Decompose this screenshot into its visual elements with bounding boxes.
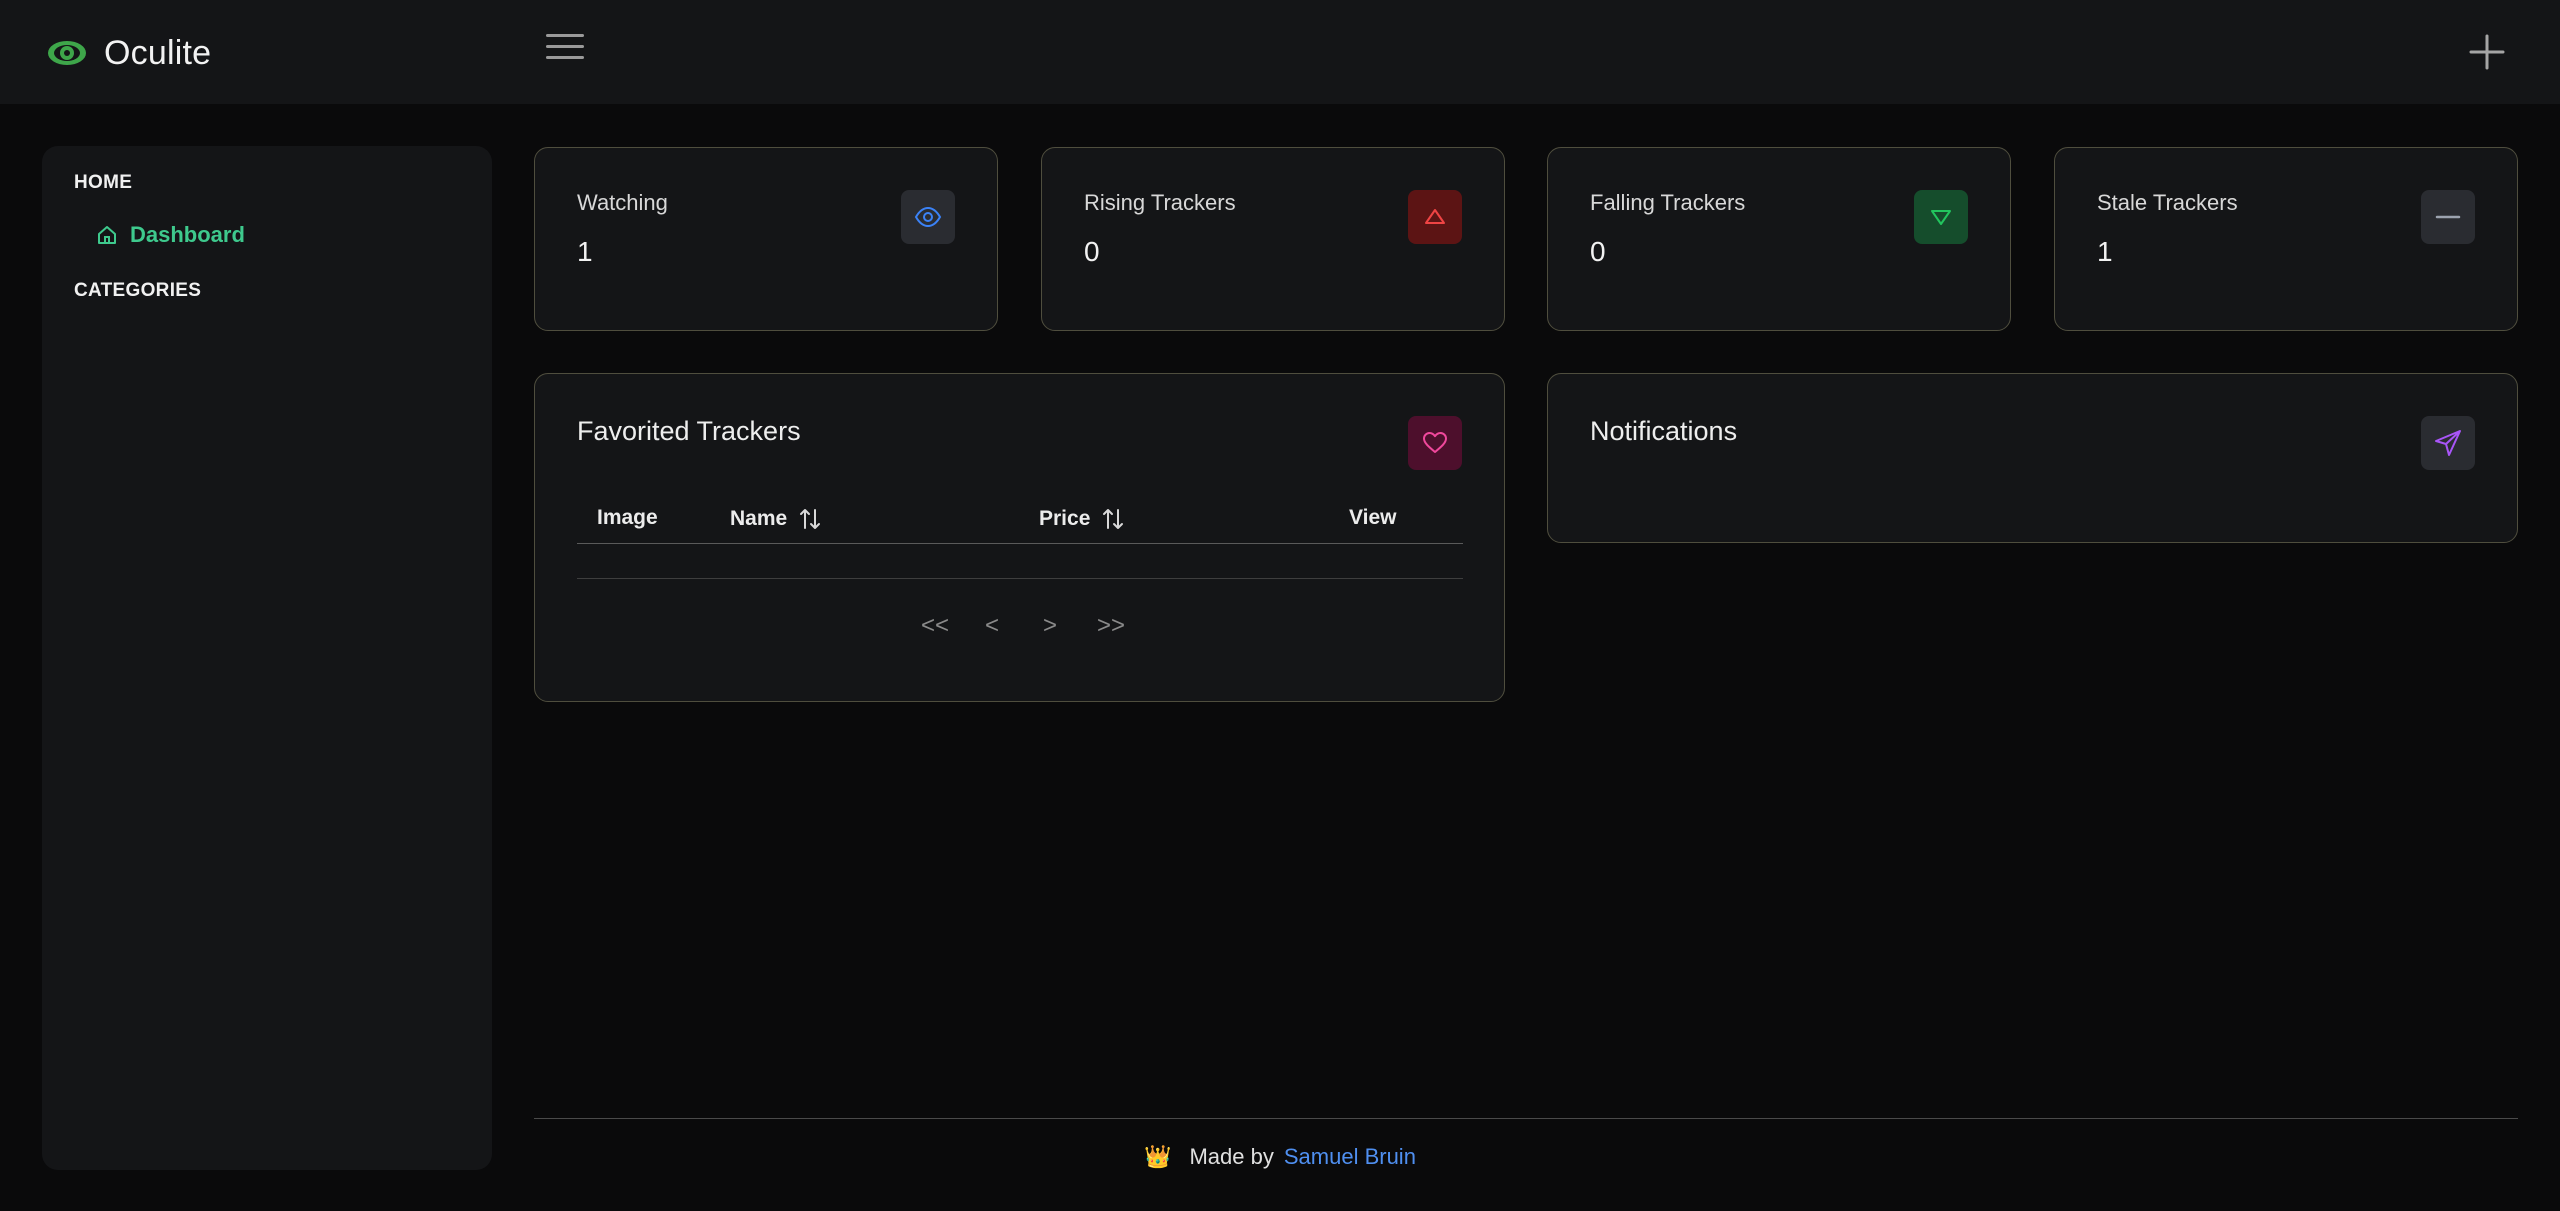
pager-next-button[interactable]: >: [1043, 612, 1057, 640]
stat-card-watching: Watching 1: [534, 147, 998, 331]
stat-card-rising: Rising Trackers 0: [1041, 147, 1505, 331]
footer-divider: [534, 1118, 2518, 1119]
sidebar-item-dashboard[interactable]: Dashboard: [96, 222, 245, 248]
top-bar: Oculite: [0, 0, 2560, 104]
send-icon: [2421, 416, 2475, 470]
stat-value: 0: [1084, 236, 1100, 267]
eye-logo-icon: [48, 41, 86, 65]
menu-line: [546, 34, 584, 37]
stat-title: Stale Trackers: [2097, 190, 2238, 215]
stat-card-falling: Falling Trackers 0: [1547, 147, 2011, 331]
pager-prev-button[interactable]: <: [985, 612, 999, 640]
sidebar: HOME Dashboard CATEGORIES: [42, 146, 492, 1170]
heart-icon: [1408, 416, 1462, 470]
footer: 👑 Made by Samuel Bruin: [0, 1144, 2560, 1170]
sort-icon[interactable]: [1100, 506, 1126, 532]
column-header-name[interactable]: Name: [730, 506, 823, 532]
app-name: Oculite: [104, 33, 212, 72]
notifications-panel: Notifications: [1547, 373, 2518, 543]
column-header-price[interactable]: Price: [1039, 506, 1126, 532]
triangle-up-icon: [1408, 190, 1462, 244]
stat-title: Rising Trackers: [1084, 190, 1236, 215]
stat-value: 0: [1590, 236, 1606, 267]
eye-icon: [901, 190, 955, 244]
author-link[interactable]: Samuel Bruin: [1284, 1144, 1416, 1169]
crown-icon: 👑: [1144, 1144, 1172, 1169]
favorited-trackers-panel: Favorited Trackers Image Name Price View: [534, 373, 1505, 702]
pager-first-button[interactable]: <<: [921, 612, 949, 640]
menu-line: [546, 56, 584, 59]
minus-icon: [2421, 190, 2475, 244]
table-bottom-divider: [577, 578, 1463, 579]
home-icon: [98, 226, 116, 244]
stat-title: Falling Trackers: [1590, 190, 1746, 215]
sidebar-item-label: Dashboard: [130, 222, 245, 247]
panel-title: Notifications: [1590, 416, 1738, 446]
brand[interactable]: Oculite: [46, 32, 211, 74]
column-header-image: Image: [597, 506, 658, 529]
stat-value: 1: [577, 236, 593, 267]
menu-line: [546, 45, 584, 48]
stat-card-stale: Stale Trackers 1: [2054, 147, 2518, 331]
stat-value: 1: [2097, 236, 2113, 267]
add-button[interactable]: [2468, 32, 2506, 72]
stat-title: Watching: [577, 190, 668, 215]
footer-text: Made by: [1189, 1144, 1274, 1169]
column-header-view: View: [1349, 506, 1397, 529]
triangle-down-icon: [1914, 190, 1968, 244]
pager-last-button[interactable]: >>: [1097, 612, 1125, 640]
sort-icon[interactable]: [797, 506, 823, 532]
panel-title: Favorited Trackers: [577, 416, 801, 446]
sidebar-heading-categories: CATEGORIES: [74, 280, 202, 301]
hamburger-menu-button[interactable]: [546, 34, 584, 70]
table-header: Image Name Price View: [577, 494, 1463, 544]
sidebar-heading-home: HOME: [74, 172, 133, 193]
